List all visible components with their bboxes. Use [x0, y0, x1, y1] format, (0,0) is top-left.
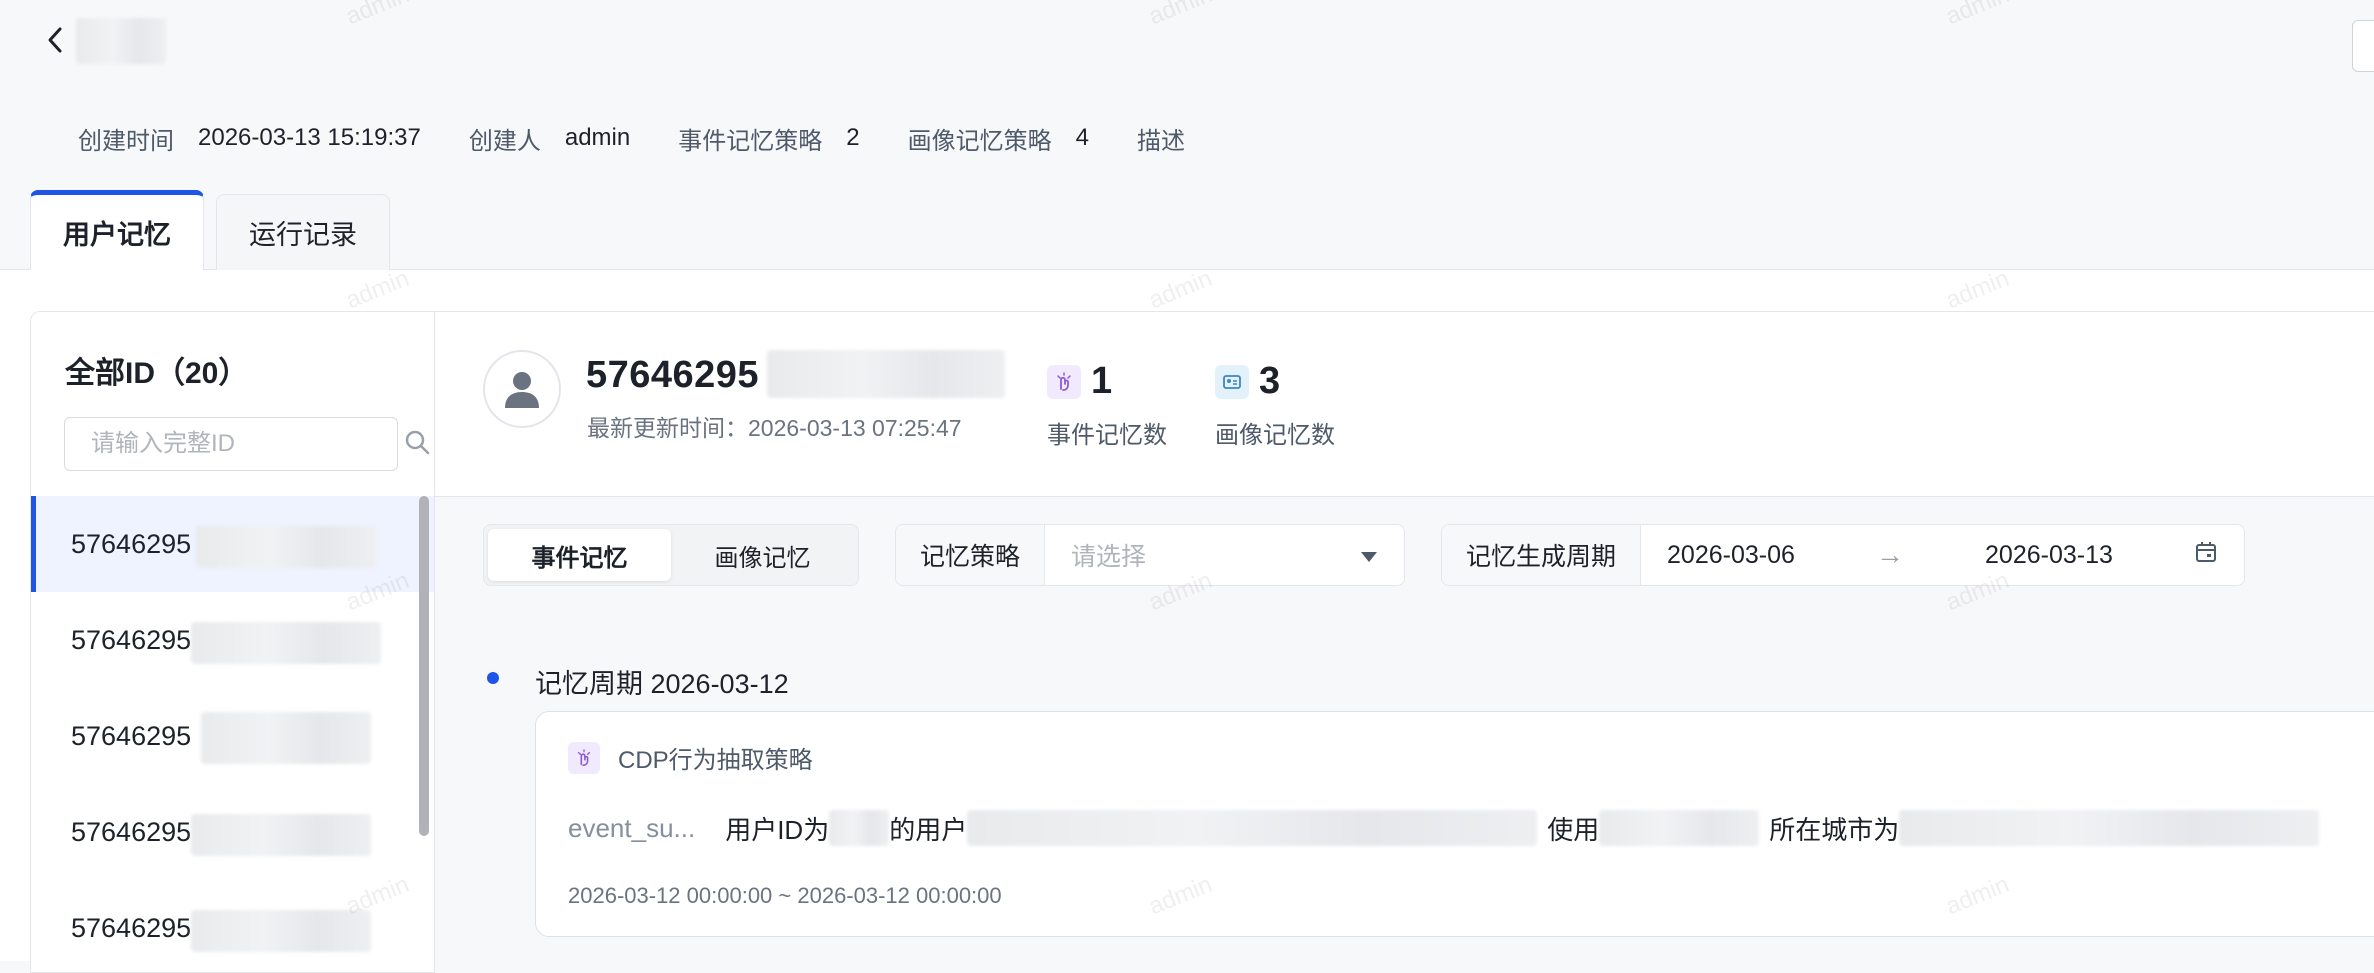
id-text: 57646295	[71, 816, 192, 847]
profile-memory-count: 3	[1259, 360, 1281, 402]
redacted-id-suffix	[201, 712, 371, 764]
memory-period-title: 记忆周期 2026-03-12	[535, 669, 789, 699]
memory-text: 的用户	[889, 814, 968, 845]
watermark: admin	[342, 0, 413, 31]
redacted-id-suffix	[196, 526, 376, 568]
meta-value: 4	[1075, 124, 1089, 151]
id-search-box[interactable]	[64, 417, 430, 471]
end-date[interactable]: 2026-03-13	[1985, 541, 2113, 570]
event-memory-stat: 1 事件记忆数	[1047, 360, 1167, 450]
period-label: 记忆生成周期	[1442, 525, 1642, 585]
memory-card[interactable]: CDP行为抽取策略 event_su... 用户ID为 的用户 使用 所在城市为…	[535, 711, 2374, 937]
event-memory-count: 1	[1091, 360, 1113, 402]
strategy-label: 记忆策略	[896, 525, 1046, 585]
memory-text: 使用	[1547, 814, 1600, 845]
profile-memory-icon	[1215, 364, 1249, 399]
id-list-item[interactable]: 57646295	[31, 784, 435, 880]
avatar	[483, 350, 561, 428]
back-icon[interactable]	[40, 22, 70, 58]
id-search-input[interactable]	[89, 429, 403, 459]
meta-row: 创建时间 2026-03-13 15:19:37 创建人 admin 事件记忆策…	[78, 120, 1257, 156]
profile-memory-stat: 3 画像记忆数	[1215, 360, 1335, 450]
event-memory-icon	[1047, 364, 1081, 399]
caret-down-icon[interactable]	[1360, 541, 1378, 570]
meta-value: 2	[846, 124, 860, 151]
strategy-select[interactable]: 记忆策略 请选择	[895, 524, 1405, 586]
card-strategy-name: CDP行为抽取策略	[618, 747, 813, 774]
last-update-time: 最新更新时间：2026-03-13 07:25:47	[587, 415, 962, 441]
memory-text: 用户ID为	[725, 814, 830, 845]
header-action-button[interactable]	[2352, 20, 2374, 72]
seg-event-memory[interactable]: 事件记忆	[488, 529, 671, 581]
timeline-dot	[487, 672, 499, 684]
meta-label: 创建时间	[78, 127, 174, 155]
event-memory-icon	[568, 741, 600, 774]
seg-profile-memory[interactable]: 画像记忆	[671, 529, 854, 581]
meta-value: 2026-03-13 15:19:37	[198, 124, 421, 151]
page-title-redacted	[76, 18, 166, 64]
profile-memory-label: 画像记忆数	[1215, 422, 1335, 449]
memory-text: 所在城市为	[1769, 814, 1900, 845]
id-text: 57646295	[71, 912, 192, 943]
id-list-item[interactable]: 57646295	[31, 880, 435, 972]
card-strategy: CDP行为抽取策略	[568, 740, 813, 775]
id-list-item[interactable]: 57646295	[31, 592, 435, 688]
redacted-value	[1599, 810, 1760, 846]
watermark: admin	[1145, 0, 1216, 31]
meta-label: 创建人	[468, 127, 541, 155]
start-date[interactable]: 2026-03-06	[1667, 541, 1795, 570]
id-list-scrollbar[interactable]	[419, 496, 429, 836]
id-text: 57646295	[71, 528, 192, 559]
tab-user-memory[interactable]: 用户记忆	[30, 190, 204, 270]
meta-label: 画像记忆策略	[907, 127, 1052, 155]
redacted-id-suffix	[191, 814, 371, 856]
user-id: 57646295	[586, 354, 760, 396]
strategy-placeholder: 请选择	[1071, 543, 1147, 571]
id-list-item[interactable]: 57646295	[31, 496, 435, 592]
redacted-id-suffix	[191, 622, 381, 664]
search-icon[interactable]	[403, 428, 431, 461]
id-text: 57646295	[71, 720, 192, 751]
id-list-item[interactable]: 57646295	[31, 688, 435, 784]
meta-label: 事件记忆策略	[678, 127, 823, 155]
id-text: 57646295	[71, 624, 192, 655]
tab-bar: 用户记忆 运行记录	[30, 190, 402, 270]
id-list-title: 全部ID（20）	[65, 357, 249, 390]
range-arrow: →	[1875, 539, 1904, 570]
user-detail-panel: 57646295 最新更新时间：2026-03-13 07:25:47 1 事件…	[434, 311, 2374, 973]
redacted-value	[967, 810, 1538, 846]
user-icon	[505, 372, 539, 408]
meta-value: admin	[564, 124, 631, 151]
redacted-value	[829, 810, 890, 846]
card-content: event_su... 用户ID为 的用户 使用 所在城市为	[568, 807, 2320, 849]
memory-type-switch: 事件记忆 画像记忆	[483, 524, 859, 586]
period-range-picker[interactable]: 记忆生成周期 2026-03-06 → 2026-03-13	[1441, 524, 2245, 586]
meta-label: 描述	[1136, 127, 1185, 155]
watermark: admin	[1942, 0, 2013, 31]
redacted-id-suffix	[191, 910, 371, 952]
id-list-panel: 全部ID（20） 57646295 57646295 57646295 5764…	[30, 311, 435, 973]
redacted-value	[1899, 810, 2320, 846]
redacted-user-id-suffix	[767, 350, 1005, 398]
card-time-range: 2026-03-12 00:00:00 ~ 2026-03-12 00:00:0…	[568, 883, 1002, 908]
event-memory-label: 事件记忆数	[1047, 422, 1167, 449]
tab-run-records[interactable]: 运行记录	[216, 194, 390, 270]
calendar-icon[interactable]	[2194, 540, 2218, 571]
event-name[interactable]: event_su...	[568, 813, 695, 844]
id-list: 57646295 57646295 57646295 57646295 5764…	[31, 496, 435, 972]
